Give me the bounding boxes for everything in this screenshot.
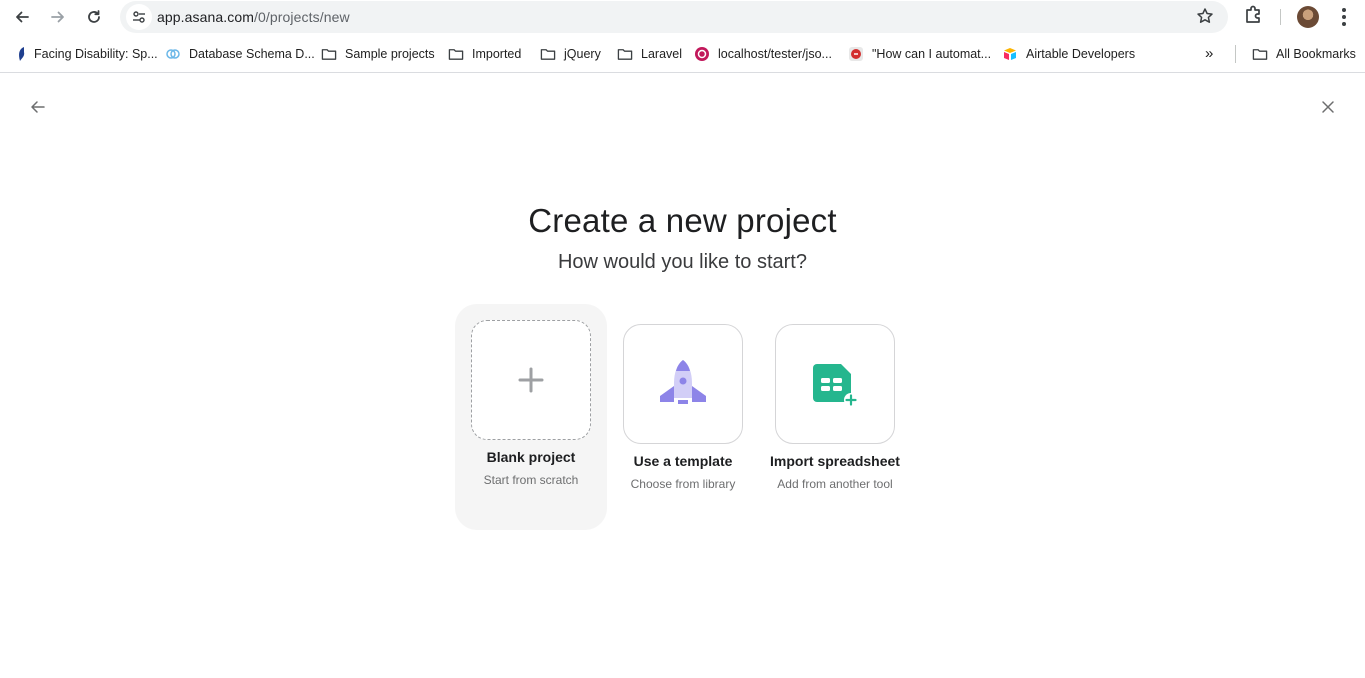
bookmarks-overflow-button[interactable]: » [1205,44,1213,62]
bookmark-label: Imported [472,47,522,61]
spreadsheet-icon [813,364,858,407]
database-schema-favicon [165,46,181,62]
folder-icon [448,46,464,62]
close-icon [1322,101,1334,113]
folder-icon [617,46,633,62]
arrow-left-icon [31,101,45,113]
bookmark-folder-sample-projects[interactable]: Sample projects [321,45,435,63]
more-vertical-icon [1342,8,1346,26]
tune-icon [133,11,145,23]
bookmark-database-schema[interactable]: Database Schema D... [165,45,315,63]
bookmark-folder-laravel[interactable]: Laravel [617,45,682,63]
option-description: Start from scratch [483,473,579,487]
page-subtitle: How would you like to start? [557,251,807,273]
bookmark-label: All Bookmarks [1276,47,1356,61]
address-bar[interactable]: app.asana.com/0/projects/new [120,1,1228,33]
bookmark-how-can-i-automate[interactable]: "How can I automat... [848,45,991,63]
all-bookmarks-button[interactable]: All Bookmarks [1252,45,1356,63]
bookmark-airtable-developers[interactable]: Airtable Developers [1002,45,1135,63]
arrow-right-icon [51,11,64,23]
localhost-favicon [694,46,710,62]
bookmark-facing-disability[interactable]: Facing Disability: Sp... [16,45,158,63]
bookmark-label: Database Schema D... [189,47,315,61]
bookmark-label: Airtable Developers [1026,47,1136,61]
profile-avatar[interactable] [1297,6,1319,28]
facing-disability-favicon [16,46,26,62]
rocket-icon [660,360,706,404]
forward-button[interactable] [44,3,72,31]
import-spreadsheet-tile[interactable] [775,324,895,444]
toolbar-divider [1280,9,1281,25]
airtable-favicon [1002,46,1018,62]
star-icon [1197,8,1213,23]
site-info-button[interactable] [126,4,152,30]
bookmark-star-button[interactable] [1196,7,1214,30]
option-label: Import spreadsheet [770,453,900,469]
option-description: Add from another tool [777,477,893,491]
folder-icon [321,46,337,62]
option-description: Choose from library [630,477,736,491]
bookmarks-bar: Facing Disability: Sp... Database Schema… [0,35,1365,73]
reload-icon [88,10,100,23]
browser-menu-button[interactable] [1334,5,1354,34]
overflow-chevron-icon: » [1205,44,1214,62]
bookmark-localhost[interactable]: localhost/tester/jso... [694,45,832,63]
page-close-button[interactable] [1317,96,1339,118]
puzzle-icon [1246,5,1260,23]
stackexchange-favicon [848,46,864,62]
plus-icon [518,367,544,393]
bookmark-label: "How can I automat... [872,47,992,61]
bookmark-label: Facing Disability: Sp... [34,47,158,61]
reload-button[interactable] [80,3,108,31]
option-label: Blank project [486,449,576,465]
bookmarks-divider [1235,45,1236,63]
use-template-tile[interactable] [623,324,743,444]
url-host: app.asana.com [157,9,255,25]
bookmark-folder-jquery[interactable]: jQuery [540,45,601,63]
page-title: Create a new project [528,202,837,239]
back-button[interactable] [8,3,36,31]
bookmark-label: Sample projects [345,47,435,61]
bookmark-label: jQuery [564,47,601,61]
option-label: Use a template [633,453,733,469]
browser-toolbar: app.asana.com/0/projects/new [0,0,1365,35]
folder-icon [1252,46,1268,62]
arrow-left-icon [16,11,29,23]
bookmark-label: localhost/tester/jso... [718,47,832,61]
bookmark-folder-imported[interactable]: Imported [448,45,521,63]
bookmark-label: Laravel [641,47,682,61]
extensions-button[interactable] [1243,4,1265,31]
url-path: /0/projects/new [254,9,350,25]
url-text: app.asana.com/0/projects/new [157,9,350,25]
page-back-button[interactable] [27,96,49,118]
folder-icon [540,46,556,62]
blank-project-tile[interactable] [471,320,591,440]
